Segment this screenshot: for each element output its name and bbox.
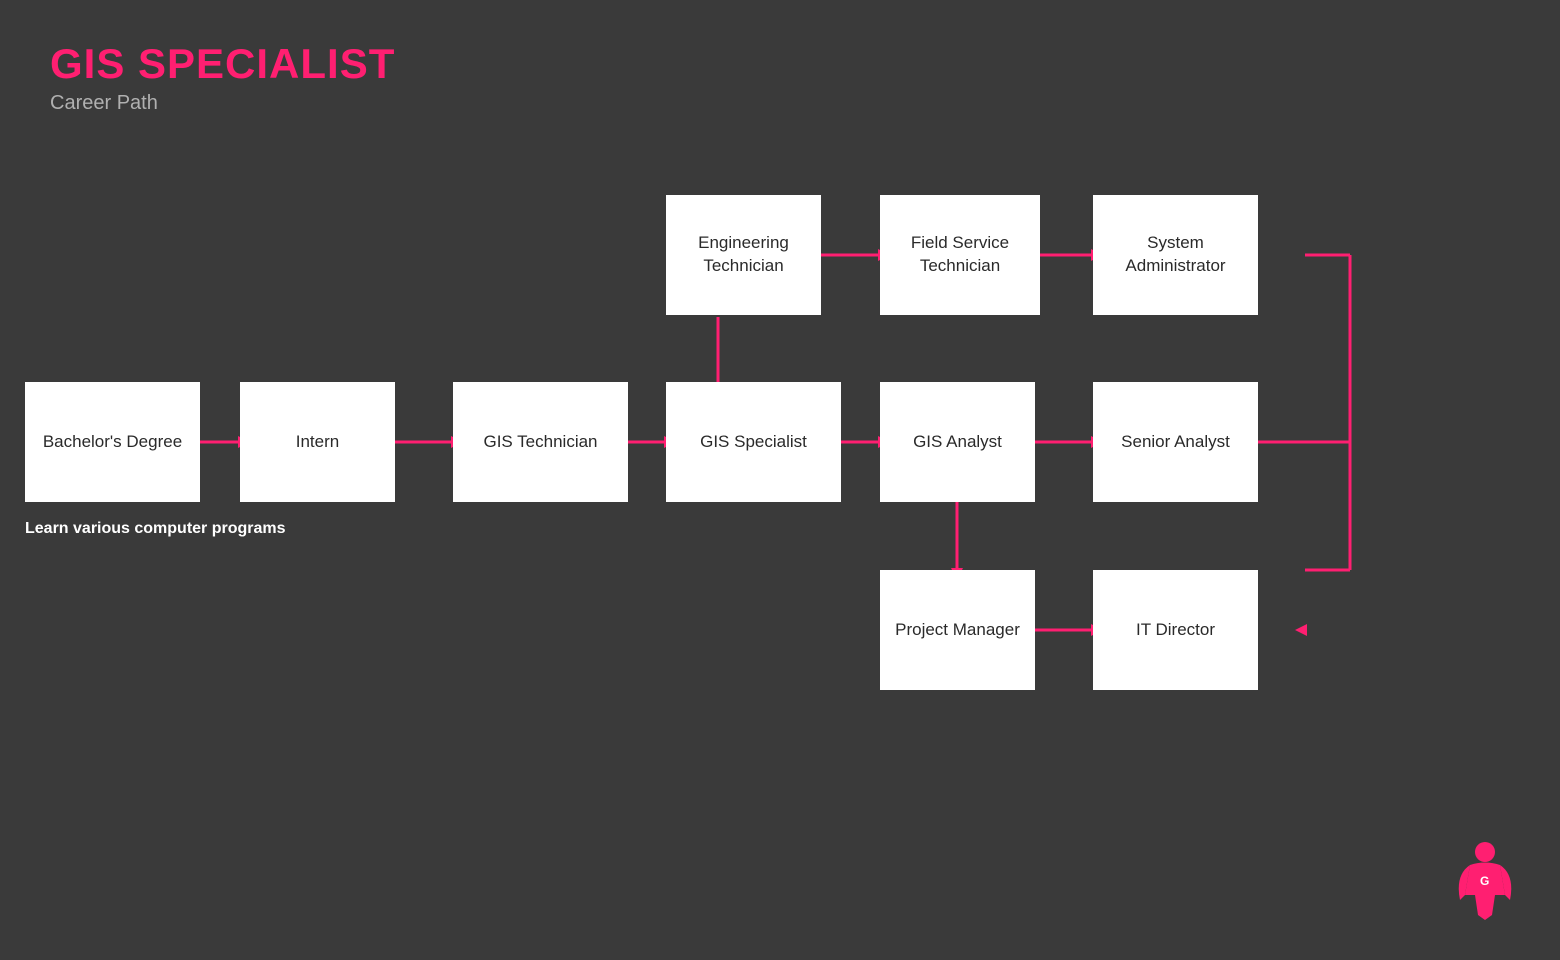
node-senior-analyst: Senior Analyst [1093,382,1258,502]
node-project-manager: Project Manager [880,570,1035,690]
node-field-tech: Field Service Technician [880,195,1040,315]
learn-text: Learn various computer programs [25,520,286,538]
page-subtitle: Career Path [50,92,395,115]
node-it-director: IT Director [1093,570,1258,690]
node-sys-admin: System Administrator [1093,195,1258,315]
node-bachelors: Bachelor's Degree [25,382,200,502]
node-intern: Intern [240,382,395,502]
header: GIS SPECIALIST Career Path [50,40,395,115]
page-title: GIS SPECIALIST [50,40,395,88]
node-gis-specialist: GIS Specialist [666,382,841,502]
svg-text:G: G [1480,874,1489,888]
mascot-icon: G [1450,840,1520,930]
node-gis-analyst: GIS Analyst [880,382,1035,502]
node-gis-tech: GIS Technician [453,382,628,502]
node-eng-tech: Engineering Technician [666,195,821,315]
